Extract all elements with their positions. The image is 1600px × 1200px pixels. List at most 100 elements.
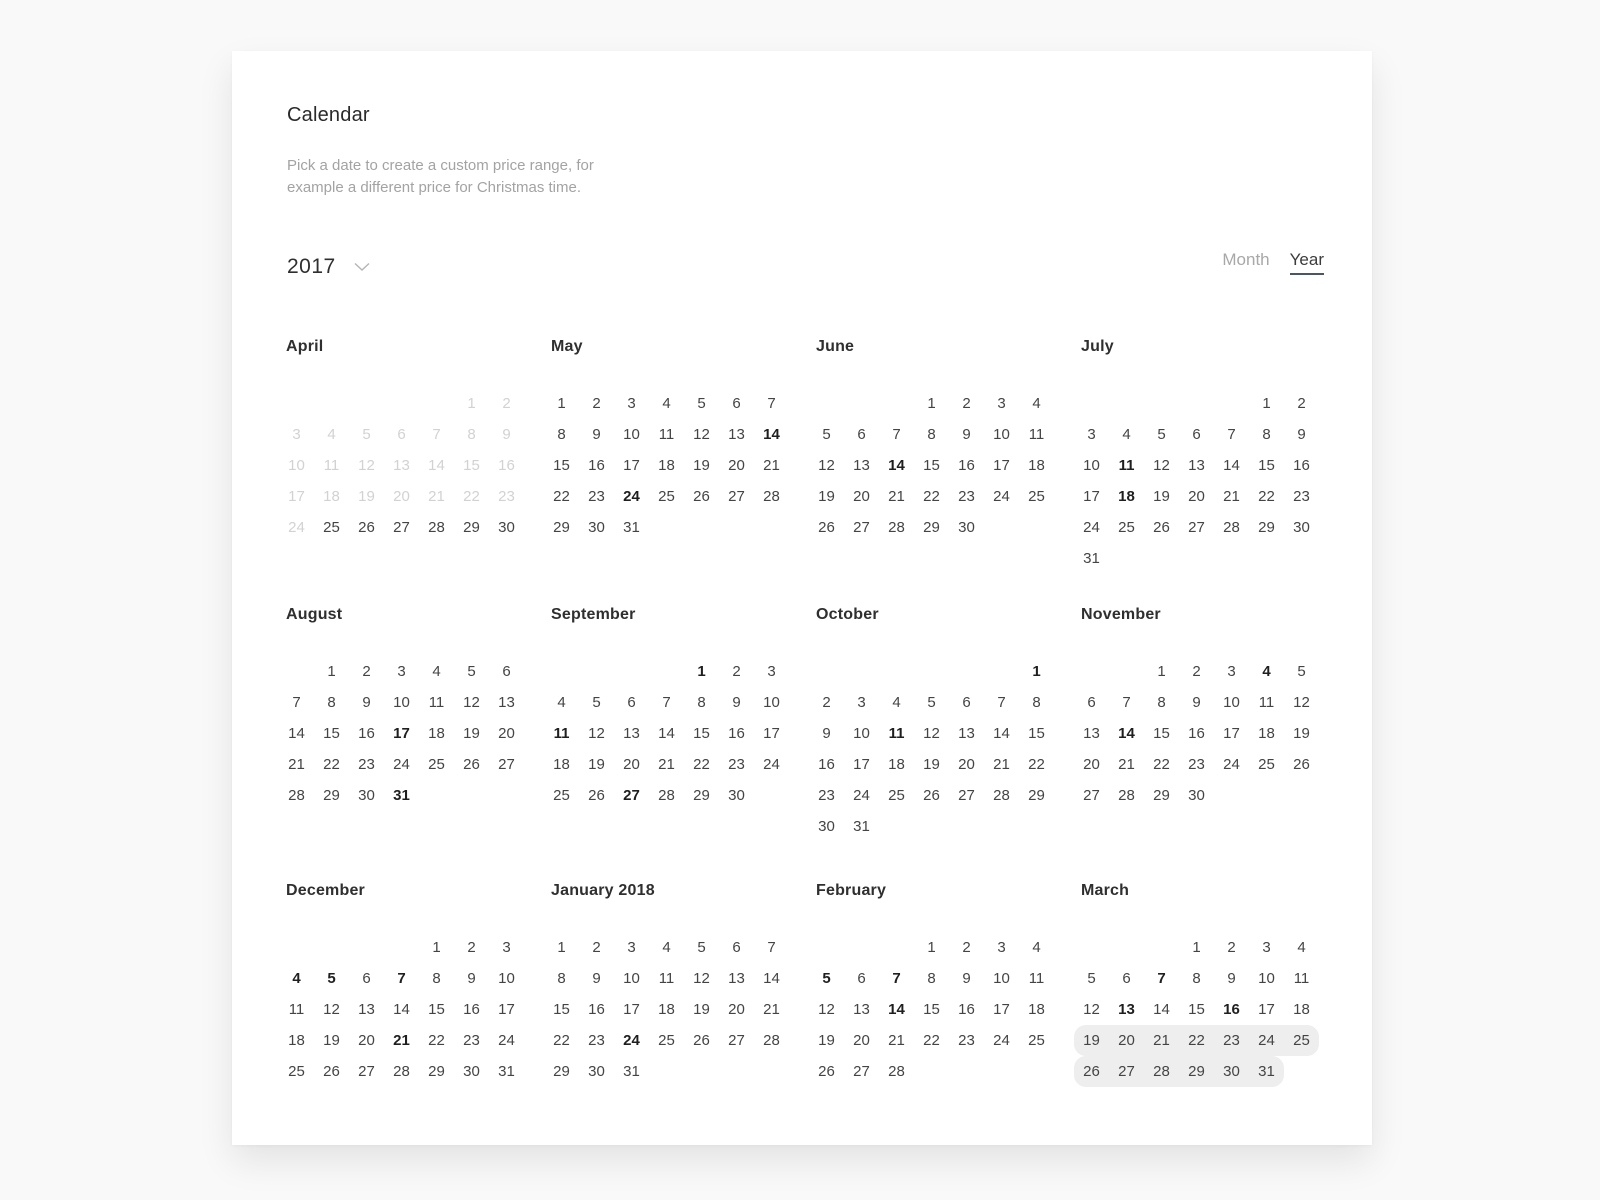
day-cell[interactable]: 14 [1109, 718, 1144, 749]
day-cell[interactable]: 17 [1249, 994, 1284, 1025]
day-cell[interactable]: 10 [984, 419, 1019, 450]
day-cell[interactable]: 6 [844, 963, 879, 994]
day-cell[interactable]: 6 [844, 419, 879, 450]
day-cell[interactable]: 15 [914, 994, 949, 1025]
day-cell[interactable]: 7 [754, 388, 789, 419]
day-cell[interactable]: 23 [454, 1025, 489, 1056]
day-cell[interactable]: 31 [844, 811, 879, 842]
day-cell[interactable]: 28 [879, 512, 914, 543]
day-cell[interactable]: 30 [579, 512, 614, 543]
day-cell[interactable]: 28 [419, 512, 454, 543]
day-cell[interactable]: 25 [1019, 1025, 1054, 1056]
day-cell[interactable]: 29 [684, 780, 719, 811]
day-cell[interactable]: 12 [454, 687, 489, 718]
day-cell[interactable]: 5 [684, 932, 719, 963]
day-cell[interactable]: 25 [314, 512, 349, 543]
day-cell[interactable]: 27 [844, 1056, 879, 1087]
day-cell[interactable]: 9 [949, 419, 984, 450]
day-cell[interactable]: 28 [984, 780, 1019, 811]
day-cell[interactable]: 22 [419, 1025, 454, 1056]
day-cell[interactable]: 19 [579, 749, 614, 780]
day-cell[interactable]: 25 [1109, 512, 1144, 543]
day-cell[interactable]: 24 [984, 1025, 1019, 1056]
day-cell[interactable]: 15 [914, 450, 949, 481]
day-cell[interactable]: 23 [579, 481, 614, 512]
day-cell[interactable]: 28 [649, 780, 684, 811]
day-cell[interactable]: 11 [1109, 450, 1144, 481]
day-cell[interactable]: 2 [949, 388, 984, 419]
day-cell[interactable]: 10 [1249, 963, 1284, 994]
day-cell[interactable]: 14 [279, 718, 314, 749]
day-cell[interactable]: 27 [1179, 512, 1214, 543]
day-cell[interactable]: 30 [454, 1056, 489, 1087]
day-cell[interactable]: 2 [349, 656, 384, 687]
day-cell[interactable]: 24 [614, 1025, 649, 1056]
day-cell[interactable]: 25 [1019, 481, 1054, 512]
day-cell[interactable]: 9 [579, 963, 614, 994]
day-cell[interactable]: 15 [1144, 718, 1179, 749]
day-cell[interactable]: 5 [314, 963, 349, 994]
day-cell[interactable]: 20 [1074, 749, 1109, 780]
day-cell[interactable]: 3 [1249, 932, 1284, 963]
day-cell[interactable]: 8 [314, 687, 349, 718]
day-cell[interactable]: 8 [1249, 419, 1284, 450]
month-view-tab[interactable]: Month [1222, 250, 1269, 275]
day-cell[interactable]: 18 [279, 1025, 314, 1056]
day-cell[interactable]: 15 [1179, 994, 1214, 1025]
day-cell[interactable]: 21 [1144, 1025, 1179, 1056]
day-cell[interactable]: 26 [684, 1025, 719, 1056]
day-cell[interactable]: 28 [879, 1056, 914, 1087]
day-cell[interactable]: 24 [614, 481, 649, 512]
day-cell[interactable]: 17 [614, 994, 649, 1025]
day-cell[interactable]: 7 [879, 963, 914, 994]
day-cell[interactable]: 27 [719, 481, 754, 512]
day-cell[interactable]: 22 [314, 749, 349, 780]
day-cell[interactable]: 6 [1074, 687, 1109, 718]
day-cell[interactable]: 8 [544, 963, 579, 994]
day-cell[interactable]: 19 [809, 1025, 844, 1056]
day-cell[interactable]: 28 [754, 1025, 789, 1056]
day-cell[interactable]: 25 [1249, 749, 1284, 780]
day-cell[interactable]: 22 [914, 1025, 949, 1056]
day-cell[interactable]: 5 [914, 687, 949, 718]
day-cell[interactable]: 18 [1019, 994, 1054, 1025]
day-cell[interactable]: 9 [809, 718, 844, 749]
day-cell[interactable]: 11 [419, 687, 454, 718]
day-cell[interactable]: 29 [544, 512, 579, 543]
day-cell[interactable]: 8 [914, 419, 949, 450]
day-cell[interactable]: 6 [489, 656, 524, 687]
day-cell[interactable]: 17 [1214, 718, 1249, 749]
day-cell[interactable]: 25 [544, 780, 579, 811]
day-cell[interactable]: 6 [1109, 963, 1144, 994]
day-cell[interactable]: 26 [349, 512, 384, 543]
day-cell[interactable]: 4 [649, 932, 684, 963]
day-cell[interactable]: 14 [384, 994, 419, 1025]
day-cell[interactable]: 16 [809, 749, 844, 780]
day-cell[interactable]: 30 [1214, 1056, 1249, 1087]
day-cell[interactable]: 29 [1249, 512, 1284, 543]
day-cell[interactable]: 26 [314, 1056, 349, 1087]
day-cell[interactable]: 13 [349, 994, 384, 1025]
day-cell[interactable]: 2 [579, 388, 614, 419]
day-cell[interactable]: 7 [984, 687, 1019, 718]
day-cell[interactable]: 5 [579, 687, 614, 718]
day-cell[interactable]: 28 [1109, 780, 1144, 811]
day-cell[interactable]: 4 [1109, 419, 1144, 450]
day-cell[interactable]: 24 [384, 749, 419, 780]
day-cell[interactable]: 26 [684, 481, 719, 512]
day-cell[interactable]: 16 [579, 994, 614, 1025]
day-cell[interactable]: 31 [1074, 543, 1109, 574]
day-cell[interactable]: 27 [489, 749, 524, 780]
day-cell[interactable]: 17 [489, 994, 524, 1025]
day-cell[interactable]: 21 [384, 1025, 419, 1056]
day-cell[interactable]: 22 [1019, 749, 1054, 780]
day-cell[interactable]: 16 [949, 994, 984, 1025]
day-cell[interactable]: 14 [984, 718, 1019, 749]
day-cell[interactable]: 10 [489, 963, 524, 994]
day-cell[interactable]: 28 [384, 1056, 419, 1087]
day-cell[interactable]: 15 [314, 718, 349, 749]
day-cell[interactable]: 13 [1109, 994, 1144, 1025]
day-cell[interactable]: 13 [1179, 450, 1214, 481]
day-cell[interactable]: 10 [754, 687, 789, 718]
day-cell[interactable]: 10 [1214, 687, 1249, 718]
